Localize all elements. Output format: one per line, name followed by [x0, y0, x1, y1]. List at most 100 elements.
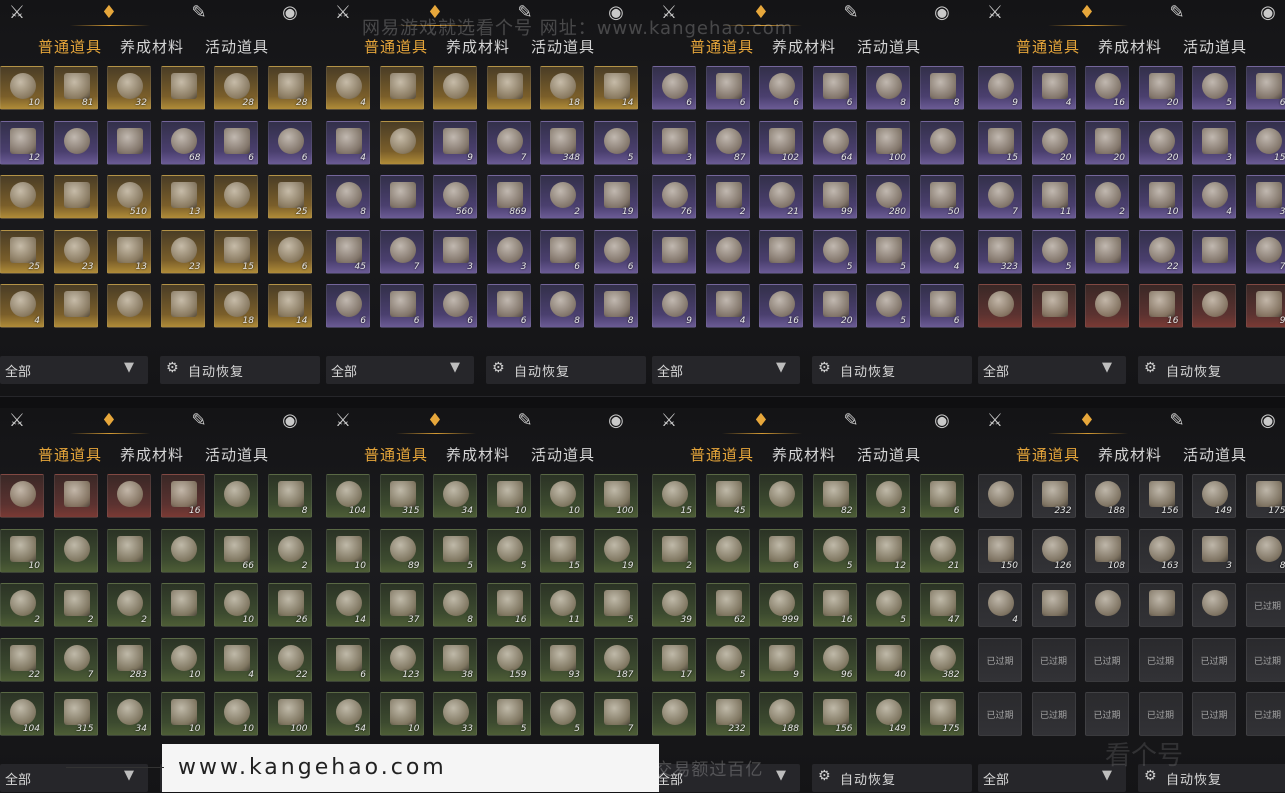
item-slot[interactable]: 34: [433, 474, 477, 518]
item-slot[interactable]: 3: [1192, 528, 1236, 573]
item-slot[interactable]: 6: [379, 284, 424, 328]
item-slot[interactable]: [1031, 284, 1076, 328]
tab-category[interactable]: 活动道具: [857, 36, 921, 57]
item-slot[interactable]: 19: [593, 528, 638, 573]
item-slot[interactable]: 2: [705, 175, 750, 219]
item-slot[interactable]: 6: [759, 528, 803, 573]
item-slot[interactable]: 175: [919, 692, 964, 736]
item-slot[interactable]: 66: [214, 528, 258, 573]
tab-category[interactable]: 活动道具: [1183, 36, 1247, 57]
item-slot[interactable]: 9: [1245, 284, 1285, 328]
item-slot[interactable]: [1192, 583, 1236, 627]
item-slot[interactable]: 已过期: [1245, 637, 1285, 682]
item-slot[interactable]: 9: [433, 120, 477, 165]
filter-dropdown[interactable]: 全部▼: [978, 764, 1126, 792]
item-slot[interactable]: 5: [866, 284, 910, 328]
item-slot[interactable]: 22: [267, 637, 312, 682]
item-slot[interactable]: 4: [214, 637, 258, 682]
item-slot[interactable]: 20: [1138, 66, 1183, 110]
item-slot[interactable]: 17: [652, 637, 696, 682]
item-slot[interactable]: 10: [540, 474, 584, 518]
item-slot[interactable]: [53, 528, 98, 573]
item-slot[interactable]: 20: [1138, 120, 1183, 165]
item-slot[interactable]: 16: [1085, 66, 1129, 110]
item-slot[interactable]: 已过期: [1085, 637, 1129, 682]
item-slot[interactable]: 2: [540, 175, 584, 219]
item-slot[interactable]: 159: [486, 637, 531, 682]
item-slot[interactable]: 39: [652, 583, 696, 627]
item-slot[interactable]: 6: [705, 66, 750, 110]
item-slot[interactable]: 45: [326, 229, 370, 274]
location-pin-icon[interactable]: ◉: [605, 410, 627, 432]
item-slot[interactable]: 34: [107, 692, 151, 736]
item-slot[interactable]: 10: [0, 66, 44, 110]
item-slot[interactable]: 5: [486, 528, 531, 573]
item-slot[interactable]: 11: [540, 583, 584, 627]
item-slot[interactable]: [379, 175, 424, 219]
item-slot[interactable]: 10: [1138, 175, 1183, 219]
tab-category[interactable]: 普通道具: [1016, 444, 1080, 465]
item-slot[interactable]: 108: [1085, 528, 1129, 573]
item-slot[interactable]: 45: [705, 474, 750, 518]
item-slot[interactable]: 104: [0, 692, 44, 736]
item-slot[interactable]: [919, 120, 964, 165]
item-slot[interactable]: 6: [593, 229, 638, 274]
item-slot[interactable]: 315: [53, 692, 98, 736]
item-slot[interactable]: 22: [1138, 229, 1183, 274]
item-slot[interactable]: 8: [540, 284, 584, 328]
item-slot[interactable]: 5: [540, 692, 584, 736]
item-slot[interactable]: 40: [866, 637, 910, 682]
item-slot[interactable]: 82: [812, 474, 857, 518]
item-slot[interactable]: 26: [267, 583, 312, 627]
item-slot[interactable]: 6: [919, 474, 964, 518]
item-slot[interactable]: 已过期: [1031, 692, 1076, 736]
item-slot[interactable]: 323: [978, 229, 1022, 274]
item-slot[interactable]: 6: [214, 120, 258, 165]
item-slot[interactable]: 100: [866, 120, 910, 165]
item-slot[interactable]: 4: [326, 120, 370, 165]
tab-category[interactable]: 活动道具: [205, 36, 269, 57]
item-slot[interactable]: 9: [652, 284, 696, 328]
item-slot[interactable]: 47: [919, 583, 964, 627]
item-slot[interactable]: 99: [812, 175, 857, 219]
tab-category[interactable]: 养成材料: [446, 444, 510, 465]
item-slot[interactable]: 16: [160, 474, 205, 518]
item-slot[interactable]: 4: [1031, 66, 1076, 110]
item-slot[interactable]: 已过期: [1031, 637, 1076, 682]
item-slot[interactable]: 68: [160, 120, 205, 165]
item-slot[interactable]: 156: [812, 692, 857, 736]
item-slot[interactable]: 16: [759, 284, 803, 328]
item-slot[interactable]: 348: [540, 120, 584, 165]
tab-category[interactable]: 养成材料: [120, 444, 184, 465]
item-slot[interactable]: 14: [326, 583, 370, 627]
item-slot[interactable]: [160, 66, 205, 110]
item-slot[interactable]: [214, 175, 258, 219]
crossed-swords-icon[interactable]: ⚔: [6, 2, 28, 24]
item-slot[interactable]: 6: [267, 120, 312, 165]
item-slot[interactable]: 已过期: [1192, 692, 1236, 736]
item-slot[interactable]: [214, 474, 258, 518]
item-slot[interactable]: 25: [267, 175, 312, 219]
item-slot[interactable]: 10: [160, 637, 205, 682]
item-slot[interactable]: 8: [267, 474, 312, 518]
item-slot[interactable]: 8: [866, 66, 910, 110]
item-slot[interactable]: 3: [486, 229, 531, 274]
item-slot[interactable]: 3: [652, 120, 696, 165]
item-slot[interactable]: 15: [1245, 120, 1285, 165]
tab-category[interactable]: 普通道具: [690, 444, 754, 465]
item-slot[interactable]: 280: [866, 175, 910, 219]
item-slot[interactable]: [705, 229, 750, 274]
tab-category[interactable]: 活动道具: [531, 444, 595, 465]
item-slot[interactable]: [759, 229, 803, 274]
item-slot[interactable]: 81: [53, 66, 98, 110]
money-bag-icon[interactable]: ♦: [424, 410, 446, 432]
scroll-icon[interactable]: ✎: [840, 2, 862, 24]
auto-restore-button[interactable]: ⚙ 自动恢复: [160, 356, 320, 384]
item-slot[interactable]: [0, 175, 44, 219]
item-slot[interactable]: [652, 229, 696, 274]
item-slot[interactable]: 123: [379, 637, 424, 682]
item-slot[interactable]: 2: [652, 528, 696, 573]
scroll-icon[interactable]: ✎: [514, 410, 536, 432]
item-slot[interactable]: 已过期: [1138, 637, 1183, 682]
filter-dropdown[interactable]: 全部▼: [0, 356, 148, 384]
